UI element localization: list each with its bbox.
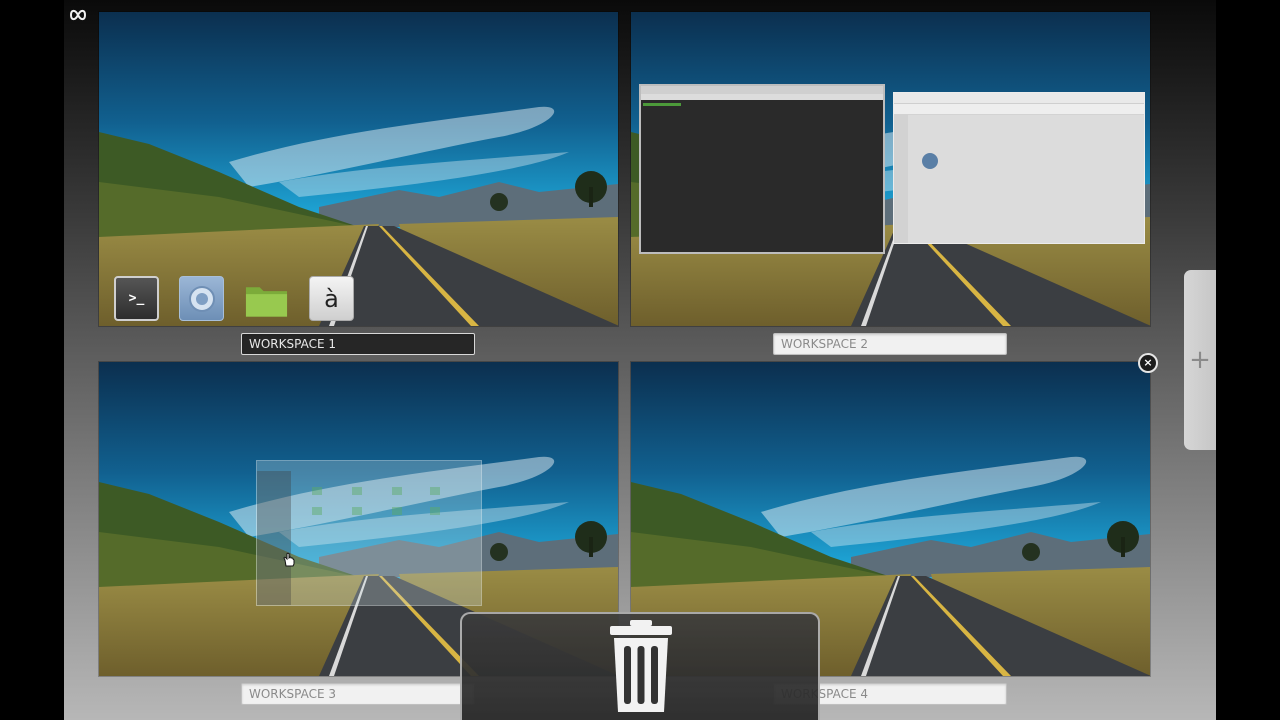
folder-icon[interactable] [244,276,289,321]
terminal-icon[interactable]: >_ [114,276,159,321]
file-icon [352,507,362,515]
window-menubar [641,94,883,100]
browser-globe-icon [188,285,215,312]
file-icon [352,487,362,495]
window-titlebar [641,86,883,94]
file-icon [392,487,402,495]
file-icon [392,507,402,515]
file-icon [312,487,322,495]
file-icon [922,153,938,169]
terminal-prompt [643,103,681,106]
close-workspace-button[interactable]: × [1138,353,1158,373]
file-icon [430,507,440,515]
workspace-1-label[interactable]: WORKSPACE 1 [241,333,475,355]
trash-icon [610,620,672,712]
window-titlebar [894,93,1144,104]
workspace-2-thumbnail[interactable] [631,12,1150,326]
file-icon [312,507,322,515]
window-sidebar [257,471,291,605]
workspace-1-thumbnail[interactable]: >_ à [99,12,618,326]
browser-icon[interactable] [179,276,224,321]
window-sidebar [894,114,908,243]
dock: >_ à [114,276,354,324]
add-workspace-button[interactable]: + [1184,270,1216,450]
workspace-3-label[interactable]: WORKSPACE 3 [241,683,475,705]
trash-drop-zone[interactable] [460,612,820,720]
file-manager-window-preview[interactable] [893,92,1145,244]
dragged-window-preview[interactable] [256,460,482,606]
window-toolbar [894,104,1144,115]
folder-shape-icon [245,286,288,317]
hand-cursor-icon [283,552,295,567]
character-map-icon[interactable]: à [309,276,354,321]
link-icon[interactable] [68,6,90,24]
terminal-window-preview[interactable] [639,84,885,254]
workspace-2-label[interactable]: WORKSPACE 2 [773,333,1007,355]
file-icon [430,487,440,495]
